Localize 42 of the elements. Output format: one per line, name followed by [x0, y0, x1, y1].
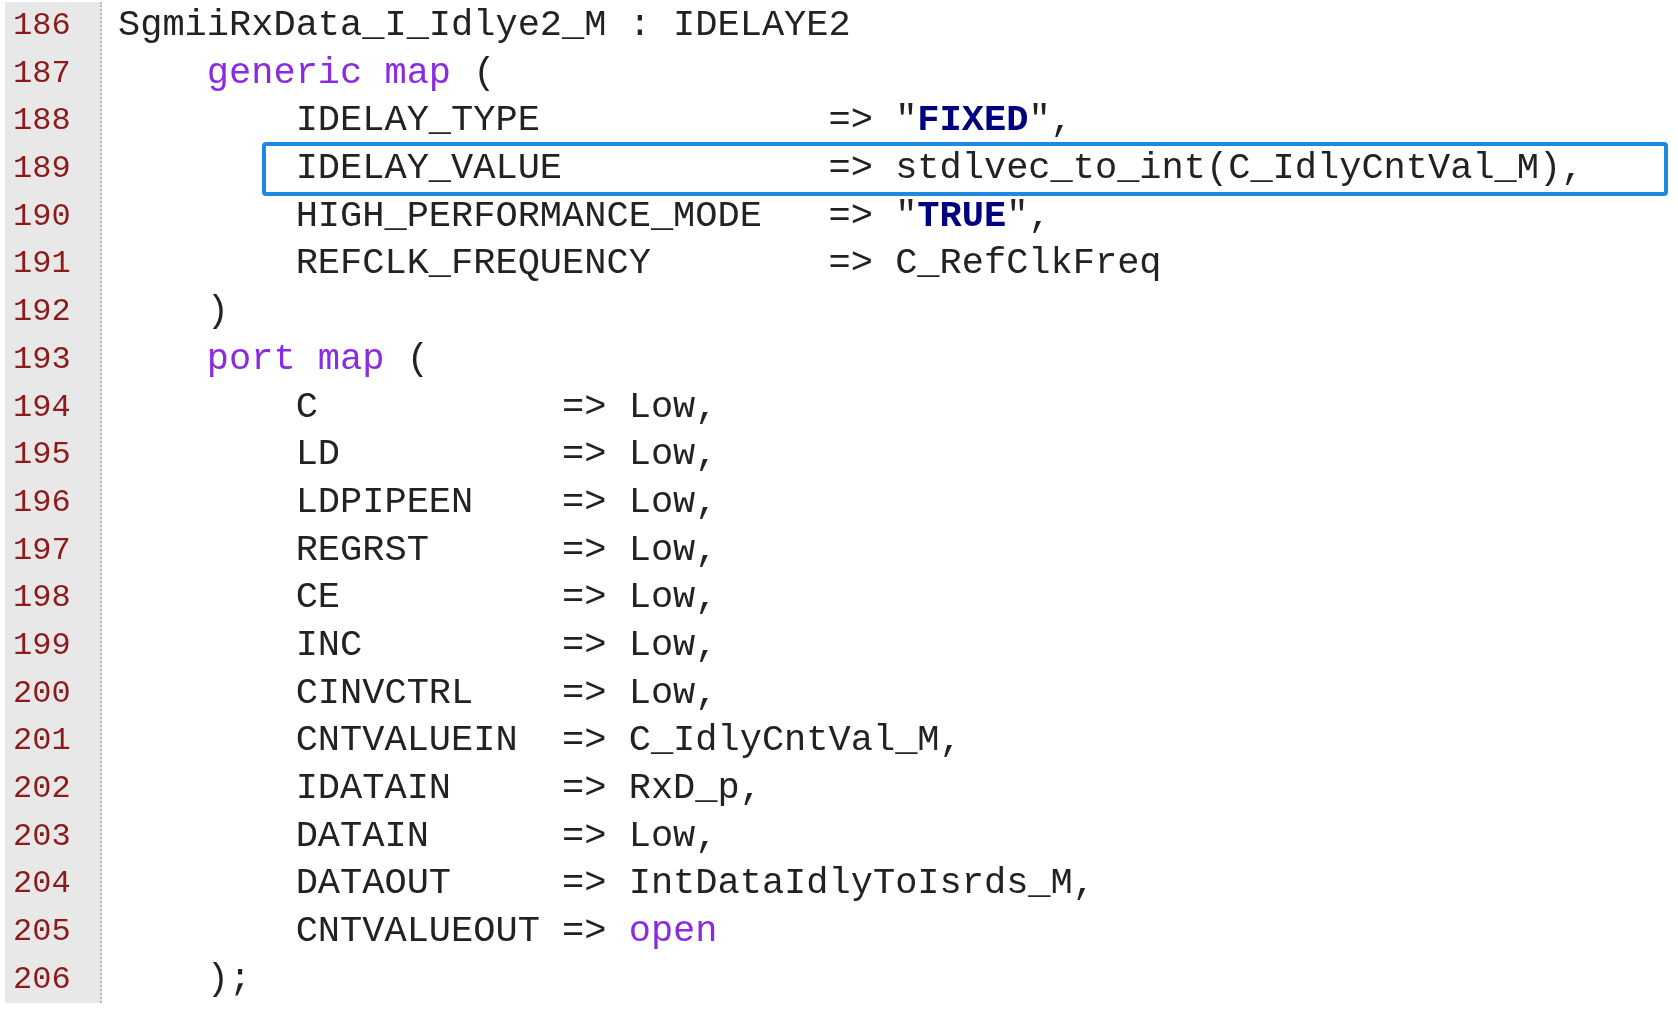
- code-line: HIGH_PERFORMANCE_MODE => "TRUE",: [294, 193, 1051, 239]
- line-number: 199: [12, 625, 72, 666]
- code-line: DATAIN => Low,: [294, 813, 718, 859]
- code-line: REFCLK_FREQUENCY => C_RefClkFreq: [294, 241, 1162, 287]
- line-number: 203: [12, 816, 72, 857]
- line-number: 191: [12, 244, 72, 285]
- code-line: LDPIPEEN => Low,: [294, 479, 718, 525]
- line-number: 187: [12, 53, 72, 94]
- code-line: SgmiiRxData_I_Idlye2_M : IDELAYE2: [118, 3, 851, 48]
- line-number: 188: [12, 101, 72, 142]
- line-number: 193: [12, 339, 72, 380]
- code-line: IDATAIN => RxD_p,: [294, 766, 762, 811]
- code-line: DATAOUT => IntDataIdlyToIsrds_M,: [294, 861, 1095, 907]
- line-number: 202: [12, 769, 72, 809]
- code-line: IDELAY_TYPE => "FIXED",: [294, 98, 1073, 144]
- line-number: 194: [12, 387, 72, 428]
- line-number: 189: [12, 149, 72, 190]
- line-number: 206: [12, 959, 72, 1000]
- line-number: 190: [12, 196, 72, 237]
- line-number: 200: [12, 673, 72, 714]
- code-line: );: [205, 956, 252, 1002]
- line-number: 196: [12, 482, 72, 523]
- code-line: REGRST => Low,: [294, 527, 718, 573]
- code-line: CE => Low,: [294, 575, 718, 621]
- code-line: CNTVALUEIN => C_IdlyCntVal_M,: [294, 718, 962, 764]
- line-number: 201: [12, 721, 72, 762]
- code-line: C => Low,: [294, 384, 718, 430]
- line-number: 198: [12, 578, 72, 619]
- code-line: CNTVALUEOUT => open: [294, 909, 718, 955]
- code-line: CINVCTRL => Low,: [294, 670, 718, 716]
- code-line: INC => Low,: [294, 622, 718, 668]
- code-line: generic map (: [205, 50, 496, 96]
- line-number: 204: [12, 864, 72, 905]
- code-line: ): [205, 289, 230, 335]
- line-number: 205: [12, 912, 72, 953]
- code-line: port map (: [205, 336, 429, 382]
- line-number: 186: [12, 6, 72, 46]
- code-line: IDELAY_VALUE => stdlvec_to_int(C_IdlyCntVal_M),: [294, 146, 1584, 192]
- code-line: LD => Low,: [294, 432, 718, 478]
- line-number: 192: [12, 292, 72, 333]
- line-number: 197: [12, 530, 72, 571]
- line-number: 195: [12, 435, 72, 476]
